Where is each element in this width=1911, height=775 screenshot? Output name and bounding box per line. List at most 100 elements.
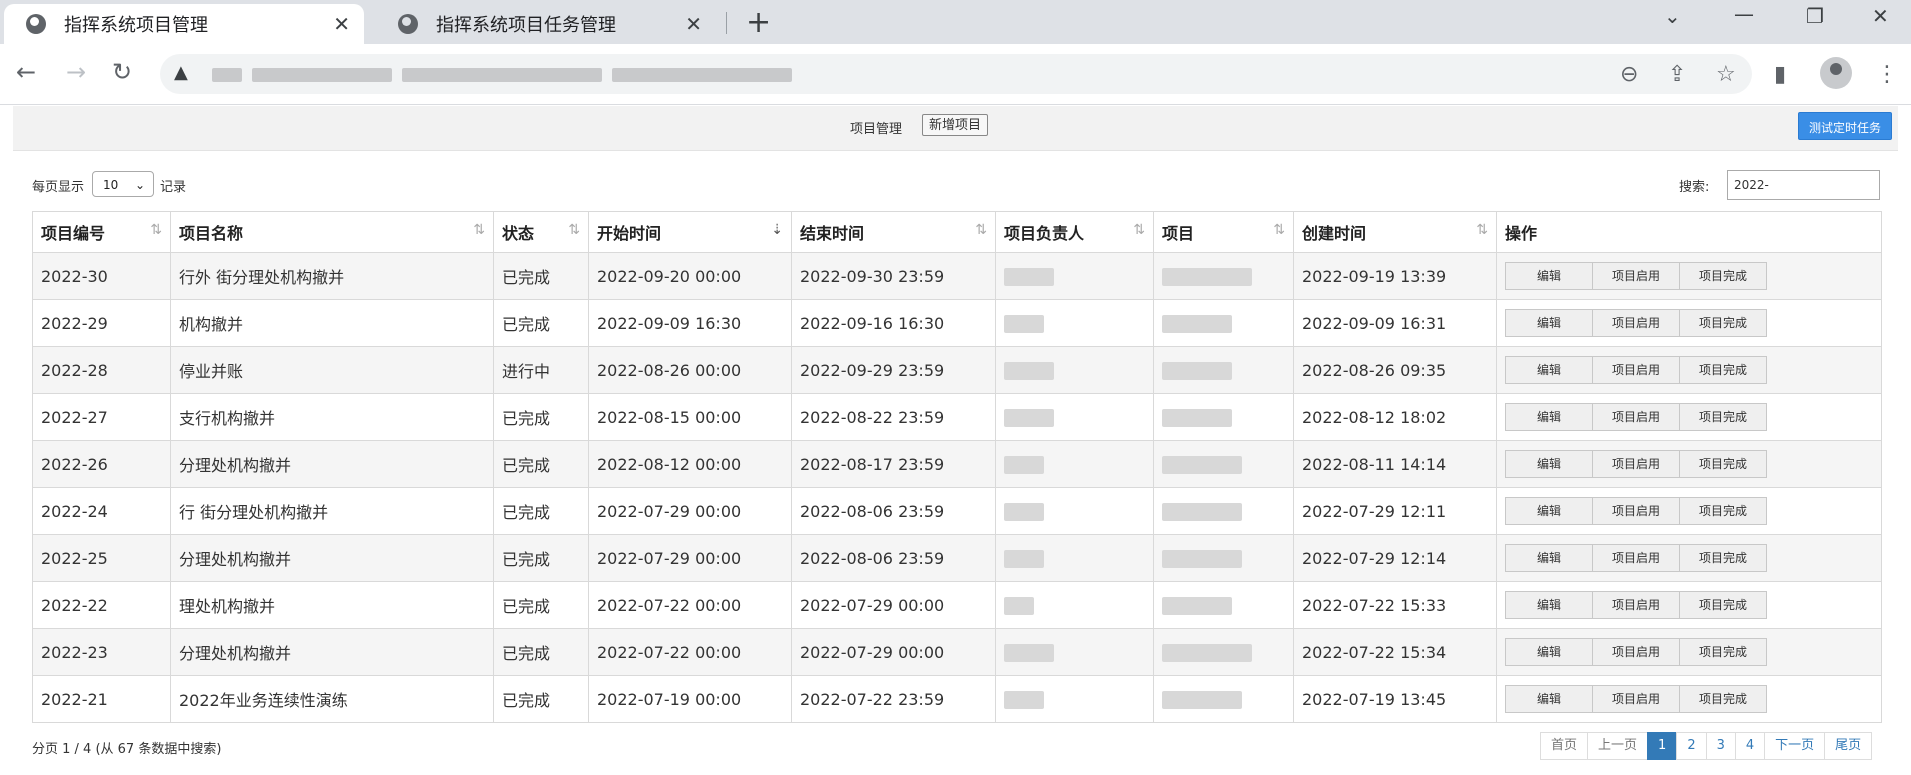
pager-first[interactable]: 首页 bbox=[1540, 732, 1589, 760]
side-panel-icon[interactable]: ▮ bbox=[1774, 62, 1786, 87]
table-row: 2022-22 理处机构撤并 已完成 2022-07-22 00:00 2022-07-… bbox=[32, 581, 1882, 629]
cell-start-time: 2022-08-15 00:00 bbox=[588, 393, 792, 441]
redacted-value bbox=[1162, 643, 1252, 662]
edit-button[interactable]: 编辑 bbox=[1505, 450, 1593, 478]
table-row: 2022-23 分理处机构撤并 已完成 2022-07-22 00:00 2022-07… bbox=[32, 628, 1882, 676]
complete-project-button[interactable]: 项目完成 bbox=[1679, 450, 1767, 478]
profile-avatar[interactable] bbox=[1820, 57, 1852, 89]
cell-start-time: 2022-07-29 00:00 bbox=[588, 534, 792, 582]
enable-project-button[interactable]: 项目启用 bbox=[1592, 638, 1680, 666]
cell-start-time: 2022-07-19 00:00 bbox=[588, 675, 792, 723]
enable-project-button[interactable]: 项目启用 bbox=[1592, 356, 1680, 384]
edit-button[interactable]: 编辑 bbox=[1505, 685, 1593, 713]
cell-project-id: 2022-26 bbox=[32, 440, 171, 488]
per-page-select[interactable]: 10 ⌄ bbox=[92, 171, 154, 197]
column-header-project-extra[interactable]: 项目 ⇅ bbox=[1153, 211, 1294, 253]
cell-owner bbox=[995, 440, 1154, 488]
enable-project-button[interactable]: 项目启用 bbox=[1592, 403, 1680, 431]
sort-icon: ⇅ bbox=[150, 222, 162, 238]
close-tab-icon[interactable]: ✕ bbox=[685, 12, 702, 36]
complete-project-button[interactable]: 项目完成 bbox=[1679, 309, 1767, 337]
redacted-owner bbox=[1004, 361, 1054, 380]
redacted-value bbox=[1162, 314, 1232, 333]
column-header-start[interactable]: 开始时间 ⇣ bbox=[588, 211, 792, 253]
enable-project-button[interactable]: 项目启用 bbox=[1592, 497, 1680, 525]
cell-end-time: 2022-09-16 16:30 bbox=[791, 299, 996, 347]
enable-project-button[interactable]: 项目启用 bbox=[1592, 450, 1680, 478]
enable-project-button[interactable]: 项目启用 bbox=[1592, 685, 1680, 713]
cell-end-time: 2022-09-30 23:59 bbox=[791, 252, 996, 300]
enable-project-button[interactable]: 项目启用 bbox=[1592, 309, 1680, 337]
cell-end-time: 2022-07-29 00:00 bbox=[791, 628, 996, 676]
column-header-owner[interactable]: 项目负责人 ⇅ bbox=[995, 211, 1154, 253]
close-tab-icon[interactable]: ✕ bbox=[333, 12, 350, 36]
add-project-button[interactable]: 新增项目 bbox=[922, 114, 989, 136]
tab-search-chevron-icon[interactable]: ⌄ bbox=[1664, 4, 1681, 28]
cell-status: 已完成 bbox=[493, 487, 589, 535]
url-omnibox[interactable]: ▲ bbox=[160, 54, 1752, 94]
browser-tab-task-mgmt[interactable]: 指挥系统项目任务管理 ✕ bbox=[376, 4, 716, 44]
complete-project-button[interactable]: 项目完成 bbox=[1679, 356, 1767, 384]
complete-project-button[interactable]: 项目完成 bbox=[1679, 638, 1767, 666]
edit-button[interactable]: 编辑 bbox=[1505, 403, 1593, 431]
forward-arrow-icon[interactable]: → bbox=[66, 58, 86, 86]
enable-project-button[interactable]: 项目启用 bbox=[1592, 544, 1680, 572]
not-secure-warning-icon[interactable]: ▲ bbox=[174, 62, 188, 83]
cell-actions: 编辑 项目启用 项目完成 bbox=[1496, 675, 1882, 723]
share-icon[interactable]: ⇪ bbox=[1668, 62, 1686, 87]
globe-icon bbox=[26, 14, 46, 34]
pager-page-1[interactable]: 1 bbox=[1647, 732, 1678, 760]
pager-last[interactable]: 尾页 bbox=[1824, 732, 1873, 760]
window-close-icon[interactable]: ✕ bbox=[1872, 4, 1889, 28]
column-header-end[interactable]: 结束时间 ⇅ bbox=[791, 211, 996, 253]
pager-prev[interactable]: 上一页 bbox=[1587, 732, 1649, 760]
search-input[interactable]: 2022- bbox=[1727, 170, 1880, 200]
column-header-actions: 操作 bbox=[1496, 211, 1882, 253]
bookmark-star-icon[interactable]: ☆ bbox=[1716, 62, 1736, 87]
complete-project-button[interactable]: 项目完成 bbox=[1679, 262, 1767, 290]
edit-button[interactable]: 编辑 bbox=[1505, 356, 1593, 384]
cell-created-time: 2022-09-19 13:39 bbox=[1293, 252, 1497, 300]
cell-project-extra bbox=[1153, 440, 1294, 488]
column-header-id[interactable]: 项目编号 ⇅ bbox=[32, 211, 171, 253]
breadcrumb: 项目管理 bbox=[850, 122, 903, 137]
enable-project-button[interactable]: 项目启用 bbox=[1592, 262, 1680, 290]
menu-kebab-icon[interactable]: ⋮ bbox=[1876, 62, 1898, 87]
enable-project-button[interactable]: 项目启用 bbox=[1592, 591, 1680, 619]
cell-created-time: 2022-08-26 09:35 bbox=[1293, 346, 1497, 394]
complete-project-button[interactable]: 项目完成 bbox=[1679, 685, 1767, 713]
cell-project-id: 2022-27 bbox=[32, 393, 171, 441]
pager-next[interactable]: 下一页 bbox=[1764, 732, 1826, 760]
cell-start-time: 2022-09-09 16:30 bbox=[588, 299, 792, 347]
cell-start-time: 2022-09-20 00:00 bbox=[588, 252, 792, 300]
pager-page-3[interactable]: 3 bbox=[1705, 732, 1736, 760]
cell-owner bbox=[995, 393, 1154, 441]
edit-button[interactable]: 编辑 bbox=[1505, 591, 1593, 619]
minimize-icon[interactable]: — bbox=[1734, 2, 1754, 26]
cell-status: 已完成 bbox=[493, 440, 589, 488]
new-tab-button[interactable]: + bbox=[746, 5, 771, 40]
edit-button[interactable]: 编辑 bbox=[1505, 497, 1593, 525]
back-arrow-icon[interactable]: ← bbox=[16, 58, 36, 86]
complete-project-button[interactable]: 项目完成 bbox=[1679, 497, 1767, 525]
pager-page-4[interactable]: 4 bbox=[1734, 732, 1766, 760]
complete-project-button[interactable]: 项目完成 bbox=[1679, 544, 1767, 572]
column-header-status[interactable]: 状态 ⇅ bbox=[493, 211, 589, 253]
complete-project-button[interactable]: 项目完成 bbox=[1679, 403, 1767, 431]
test-timer-task-button[interactable]: 测试定时任务 bbox=[1798, 112, 1892, 140]
edit-button[interactable]: 编辑 bbox=[1505, 262, 1593, 290]
column-header-name[interactable]: 项目名称 ⇅ bbox=[170, 211, 494, 253]
restore-icon[interactable]: ❐ bbox=[1806, 4, 1824, 28]
cell-status: 已完成 bbox=[493, 628, 589, 676]
edit-button[interactable]: 编辑 bbox=[1505, 544, 1593, 572]
pager-page-2[interactable]: 2 bbox=[1676, 732, 1707, 760]
reload-icon[interactable]: ↻ bbox=[112, 58, 132, 86]
zoom-out-icon[interactable]: ⊖ bbox=[1620, 62, 1638, 87]
browser-tab-project-mgmt[interactable]: 指挥系统项目管理 ✕ bbox=[4, 4, 364, 44]
edit-button[interactable]: 编辑 bbox=[1505, 638, 1593, 666]
column-header-created[interactable]: 创建时间 ⇅ bbox=[1293, 211, 1497, 253]
cell-created-time: 2022-07-29 12:14 bbox=[1293, 534, 1497, 582]
edit-button[interactable]: 编辑 bbox=[1505, 309, 1593, 337]
cell-created-time: 2022-07-22 15:33 bbox=[1293, 581, 1497, 629]
complete-project-button[interactable]: 项目完成 bbox=[1679, 591, 1767, 619]
